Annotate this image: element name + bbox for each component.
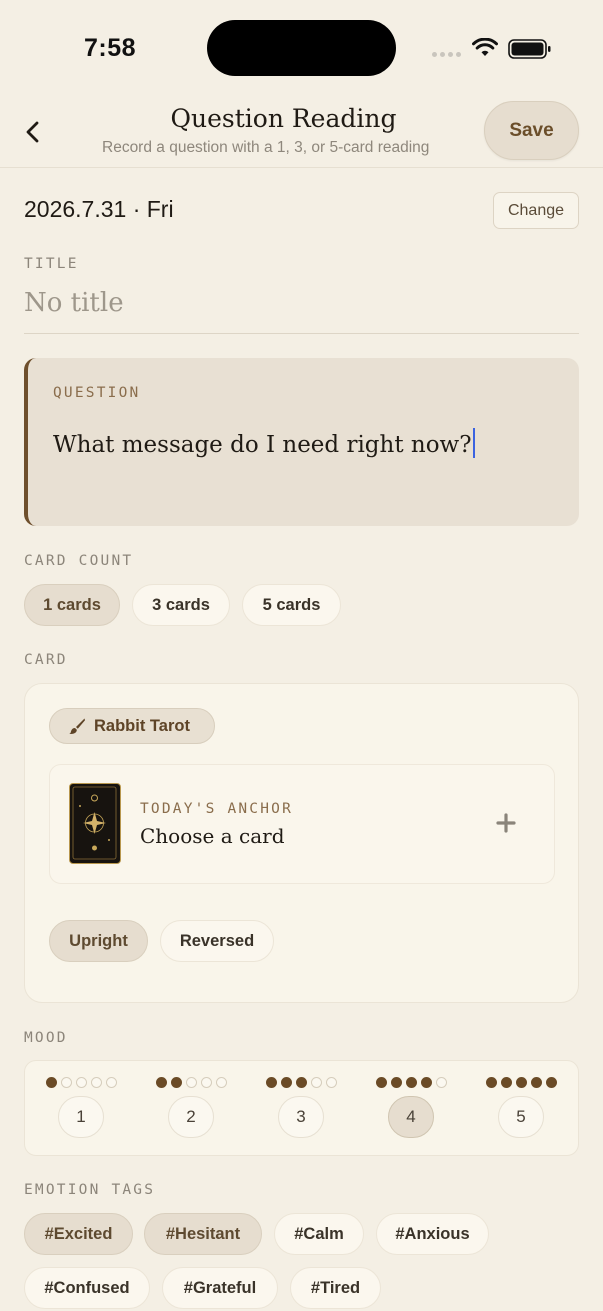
mood-value: 2 [168,1096,214,1138]
mood-option-5[interactable]: 5 [476,1077,566,1143]
question-box[interactable]: QUESTION What message do I need right no… [24,358,579,526]
mood-dots [36,1077,126,1088]
card-count-option-3[interactable]: 3 cards [132,584,230,626]
card-count-option-1[interactable]: 1 cards [24,584,120,626]
card-panel: Rabbit Tarot TODAY'S ANCHOR Choose a car… [24,683,579,1003]
tag-anxious[interactable]: #Anxious [376,1213,489,1255]
title-label: TITLE [24,256,79,272]
nav-header: Question Reading Record a question with … [0,96,603,168]
text-caret [472,428,475,458]
plus-icon[interactable] [494,811,518,835]
tag-tired[interactable]: #Tired [290,1267,381,1309]
cellular-signal-icon [432,52,461,57]
tag-excited[interactable]: #Excited [24,1213,133,1255]
mood-value: 5 [498,1096,544,1138]
card-section-label: CARD [24,652,68,668]
status-time: 7:58 [84,34,137,62]
page-title: Question Reading [170,104,397,133]
mood-dots [146,1077,236,1088]
mood-option-2[interactable]: 2 [146,1077,236,1143]
card-count-option-5[interactable]: 5 cards [242,584,341,626]
mood-dots [476,1077,566,1088]
mood-label: MOOD [24,1030,68,1046]
wifi-icon [472,38,498,56]
battery-icon [508,39,551,59]
tag-calm[interactable]: #Calm [274,1213,364,1255]
change-date-button[interactable]: Change [493,192,579,229]
upright-toggle[interactable]: Upright [49,920,148,962]
mood-value: 4 [388,1096,434,1138]
deck-selector[interactable]: Rabbit Tarot [49,708,215,744]
choose-card-text: Choose a card [140,824,285,848]
emotion-tags-label: EMOTION TAGS [24,1182,156,1198]
tag-confused[interactable]: #Confused [24,1267,150,1309]
mood-option-1[interactable]: 1 [36,1077,126,1143]
card-count-label: CARD COUNT [24,553,134,569]
brush-icon [69,718,85,735]
page-subtitle: Record a question with a 1, 3, or 5-card… [102,139,430,156]
mood-value: 1 [58,1096,104,1138]
mood-option-4[interactable]: 4 [366,1077,456,1143]
dynamic-island [207,20,396,76]
question-label: QUESTION [53,385,141,401]
reading-date: 2026.7.31 · Fri [24,196,174,222]
mood-selector: 1 2 3 4 5 [24,1060,579,1156]
tag-hesitant[interactable]: #Hesitant [144,1213,262,1255]
reversed-toggle[interactable]: Reversed [160,920,274,962]
tag-grateful[interactable]: #Grateful [162,1267,278,1309]
tarot-card-back-image [69,783,121,864]
title-input[interactable]: No title [24,288,579,334]
status-bar: 7:58 [0,0,603,96]
question-input[interactable]: What message do I need right now? [53,428,475,458]
card-slot[interactable]: TODAY'S ANCHOR Choose a card [49,764,555,884]
mood-option-3[interactable]: 3 [256,1077,346,1143]
mood-dots [366,1077,456,1088]
save-button[interactable]: Save [484,101,579,160]
mood-value: 3 [278,1096,324,1138]
question-text: What message do I need right now? [53,432,472,458]
deck-name: Rabbit Tarot [94,716,190,735]
slot-position-label: TODAY'S ANCHOR [140,801,294,817]
mood-dots [256,1077,346,1088]
